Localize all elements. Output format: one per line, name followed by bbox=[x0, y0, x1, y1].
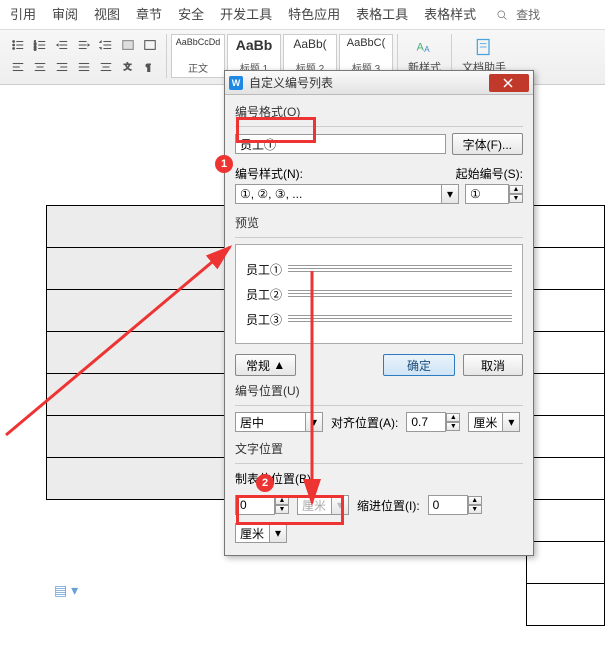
start-number-spinner[interactable]: ▲▼ bbox=[509, 185, 523, 203]
menu-item[interactable]: 审阅 bbox=[46, 2, 84, 27]
svg-text:A: A bbox=[424, 44, 430, 54]
chevron-down-icon[interactable]: ▾ bbox=[502, 412, 520, 432]
preview-label: 预览 bbox=[235, 214, 523, 231]
close-button[interactable] bbox=[489, 74, 529, 92]
align-right-icon[interactable] bbox=[52, 57, 72, 77]
distribute-icon[interactable] bbox=[96, 57, 116, 77]
page-break-icon: ▤ ▾ bbox=[54, 582, 78, 599]
assist-icon bbox=[474, 37, 494, 57]
annotation-badge-2: 2 bbox=[256, 474, 274, 492]
menu-item[interactable]: 特色应用 bbox=[282, 2, 346, 27]
svg-text:¶: ¶ bbox=[146, 63, 151, 74]
indent-unit-field[interactable] bbox=[235, 523, 269, 543]
shading-icon[interactable] bbox=[118, 35, 138, 55]
search-icon bbox=[496, 9, 508, 21]
style-normal[interactable]: AaBbCcDd 正文 bbox=[171, 34, 225, 78]
annotation-box bbox=[236, 495, 344, 525]
svg-text:3: 3 bbox=[34, 46, 37, 51]
find-label: 查找 bbox=[510, 4, 546, 25]
start-number-input[interactable] bbox=[465, 184, 509, 204]
menu-item[interactable]: 安全 bbox=[172, 2, 210, 27]
indent-label: 缩进位置(I): bbox=[357, 497, 420, 514]
align-unit-field[interactable] bbox=[468, 412, 502, 432]
align-justify-icon[interactable] bbox=[74, 57, 94, 77]
style-label: 编号样式(N): bbox=[235, 165, 303, 182]
align-value-input[interactable] bbox=[406, 412, 446, 432]
align-label: 对齐位置(A): bbox=[331, 414, 398, 431]
bullets-icon[interactable] bbox=[8, 35, 28, 55]
line-spacing-icon[interactable] bbox=[96, 35, 116, 55]
chevron-down-icon[interactable]: ▾ bbox=[269, 523, 287, 543]
close-icon bbox=[503, 78, 515, 88]
start-label: 起始编号(S): bbox=[456, 165, 523, 182]
find-button[interactable]: 查找 bbox=[490, 2, 552, 27]
numbering-icon[interactable]: 123 bbox=[30, 35, 50, 55]
align-unit-combo[interactable]: ▾ bbox=[468, 412, 520, 432]
preview-box: 员工① 员工② 员工③ bbox=[235, 244, 523, 344]
svg-text:文: 文 bbox=[124, 62, 132, 72]
menu-item[interactable]: 表格样式 bbox=[418, 2, 482, 27]
number-style-combo[interactable]: ▾ bbox=[235, 184, 459, 204]
cancel-button[interactable]: 取消 bbox=[463, 354, 523, 376]
align-spinner[interactable]: ▲▼ bbox=[446, 413, 460, 431]
align-left-icon[interactable] bbox=[8, 57, 28, 77]
borders-icon[interactable] bbox=[140, 35, 160, 55]
align-center-icon[interactable] bbox=[30, 57, 50, 77]
menu-bar: 引用 审阅 视图 章节 安全 开发工具 特色应用 表格工具 表格样式 查找 bbox=[0, 0, 605, 30]
document-table-right[interactable] bbox=[526, 205, 605, 626]
new-style-icon: AA bbox=[415, 37, 435, 57]
paragraph-group: 123 文 ¶ bbox=[2, 34, 167, 78]
font-button[interactable]: 字体(F)... bbox=[452, 133, 523, 155]
position-section-label: 编号位置(U) bbox=[235, 382, 523, 399]
chevron-down-icon[interactable]: ▾ bbox=[441, 184, 459, 204]
text-pos-label: 文字位置 bbox=[235, 440, 523, 457]
text-direction-icon[interactable]: 文 bbox=[118, 57, 138, 77]
menu-item[interactable]: 视图 bbox=[88, 2, 126, 27]
app-icon: W bbox=[229, 76, 243, 90]
annotation-box bbox=[236, 117, 316, 143]
ok-button[interactable]: 确定 bbox=[383, 354, 455, 376]
menu-item[interactable]: 表格工具 bbox=[350, 2, 414, 27]
number-position-combo[interactable]: ▾ bbox=[235, 412, 323, 432]
menu-item[interactable]: 开发工具 bbox=[214, 2, 278, 27]
normal-toggle-button[interactable]: 常规 ▲ bbox=[235, 354, 296, 376]
number-style-field[interactable] bbox=[235, 184, 441, 204]
outdent-icon[interactable] bbox=[52, 35, 72, 55]
indent-icon[interactable] bbox=[74, 35, 94, 55]
indent-spinner[interactable]: ▲▼ bbox=[468, 496, 482, 514]
dialog-title: 自定义编号列表 bbox=[249, 74, 489, 91]
dialog-titlebar[interactable]: W 自定义编号列表 bbox=[225, 71, 533, 95]
annotation-badge-1: 1 bbox=[215, 155, 233, 173]
indent-value-input[interactable] bbox=[428, 495, 468, 515]
indent-unit-combo[interactable]: ▾ bbox=[235, 523, 287, 543]
number-position-field[interactable] bbox=[235, 412, 305, 432]
document-table[interactable] bbox=[46, 205, 247, 500]
menu-item[interactable]: 章节 bbox=[130, 2, 168, 27]
menu-item[interactable]: 引用 bbox=[4, 2, 42, 27]
chevron-down-icon[interactable]: ▾ bbox=[305, 412, 323, 432]
showmarks-icon[interactable]: ¶ bbox=[140, 57, 160, 77]
